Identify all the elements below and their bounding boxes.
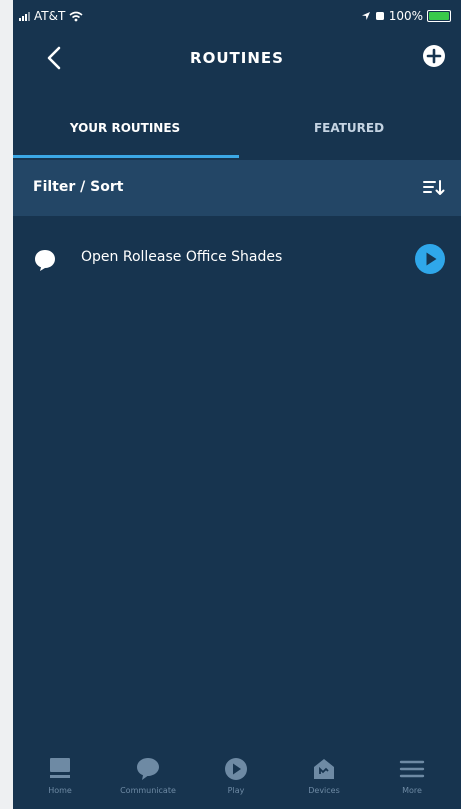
add-routine-icon[interactable] <box>423 45 445 67</box>
play-icon <box>225 758 247 780</box>
nav-more-label: More <box>402 786 422 795</box>
home-icon <box>50 758 70 778</box>
page-title: ROUTINES <box>190 49 284 67</box>
signal-icon <box>19 11 30 21</box>
active-tab-indicator <box>13 155 239 158</box>
wifi-icon <box>69 11 83 21</box>
filter-sort-bar[interactable]: Filter / Sort <box>13 160 461 216</box>
app-screen: AT&T 100% ROUTINES YOUR ROUTINES FEATURE… <box>13 0 461 809</box>
sort-icon[interactable] <box>423 178 445 198</box>
nav-communicate[interactable]: Communicate <box>105 756 191 795</box>
carrier-label: AT&T <box>34 9 66 23</box>
menu-icon <box>399 760 425 778</box>
speech-bubble-icon <box>35 250 55 271</box>
status-right: 100% <box>361 9 451 23</box>
devices-icon <box>314 759 334 779</box>
tab-your-routines[interactable]: YOUR ROUTINES <box>13 98 237 158</box>
nav-home-label: Home <box>48 786 72 795</box>
chat-bubble-icon <box>137 758 159 780</box>
routine-label: Open Rollease Office Shades <box>81 249 283 265</box>
nav-play[interactable]: Play <box>193 756 279 795</box>
title-bar: ROUTINES <box>13 32 461 88</box>
routine-tabs: YOUR ROUTINES FEATURED <box>13 98 461 158</box>
tab-featured[interactable]: FEATURED <box>237 98 461 158</box>
nav-more[interactable]: More <box>369 756 455 795</box>
battery-percent: 100% <box>388 9 423 23</box>
battery-icon <box>427 10 451 22</box>
play-routine-button[interactable] <box>415 244 445 274</box>
nav-devices[interactable]: Devices <box>281 756 367 795</box>
status-left: AT&T <box>19 9 83 23</box>
location-icon <box>361 12 370 20</box>
status-bar: AT&T 100% <box>13 0 461 32</box>
filter-sort-label: Filter / Sort <box>33 179 124 195</box>
nav-home[interactable]: Home <box>17 756 103 795</box>
nav-play-label: Play <box>227 786 245 795</box>
routine-item[interactable]: Open Rollease Office Shades <box>13 228 461 292</box>
bottom-nav: Home Communicate Play Devices More <box>13 750 461 809</box>
alarm-icon <box>375 12 384 20</box>
nav-devices-label: Devices <box>308 786 340 795</box>
nav-communicate-label: Communicate <box>120 786 176 795</box>
